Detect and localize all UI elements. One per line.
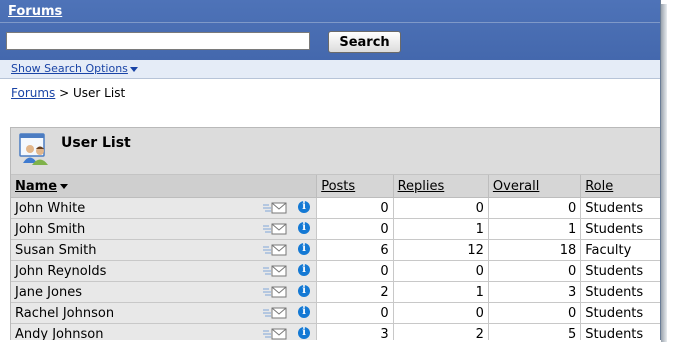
cell-role: Faculty: [580, 239, 660, 261]
send-mail-icon[interactable]: [263, 307, 287, 319]
cell-replies: 1: [393, 281, 489, 303]
cell-replies: 12: [393, 239, 489, 261]
cell-replies: 0: [393, 260, 489, 282]
send-mail-icon[interactable]: [263, 202, 287, 214]
info-icon[interactable]: i: [298, 222, 310, 234]
table-row: John White i 0 0 0 Students: [11, 197, 660, 219]
user-name: John White: [15, 200, 86, 216]
cell-overall: 3: [488, 281, 582, 303]
cell-name: John Reynolds i: [11, 260, 318, 282]
table-row: John Reynolds i 0 0 0 Students: [11, 260, 660, 282]
info-icon[interactable]: i: [298, 306, 310, 318]
cell-role: Students: [580, 260, 660, 282]
header-bar: Forums Search: [0, 0, 660, 60]
cell-name: Jane Jones i: [11, 281, 318, 303]
table-row: Susan Smith i 6 12 18 Faculty: [11, 239, 660, 261]
table-row: Rachel Johnson i 0 0 0 Students: [11, 302, 660, 324]
cell-overall: 0: [488, 302, 582, 324]
cell-overall: 0: [488, 197, 582, 219]
search-button[interactable]: Search: [328, 31, 401, 53]
forums-window: Forums Search Show Search Options Forums…: [0, 0, 661, 340]
cell-overall: 0: [488, 260, 582, 282]
panel-title: User List: [61, 135, 131, 151]
column-header-overall-label[interactable]: Overall: [493, 179, 539, 194]
send-mail-icon[interactable]: [263, 223, 287, 235]
user-table: Name Posts Replies Overall Role John Whi…: [11, 175, 660, 341]
cell-overall: 18: [488, 239, 582, 261]
breadcrumb-separator: >: [59, 86, 70, 100]
table-row: John Smith i 0 1 1 Students: [11, 218, 660, 240]
user-name: John Reynolds: [15, 263, 107, 279]
column-header-replies[interactable]: Replies: [393, 175, 489, 198]
user-name: Jane Jones: [15, 284, 82, 300]
column-header-overall[interactable]: Overall: [488, 175, 582, 198]
send-mail-icon[interactable]: [263, 286, 287, 298]
table-row: Jane Jones i 2 1 3 Students: [11, 281, 660, 303]
cell-role: Students: [580, 323, 660, 340]
sort-descending-icon: [60, 183, 69, 189]
column-header-role-label[interactable]: Role: [585, 179, 613, 194]
cell-role: Students: [580, 281, 660, 303]
table-row: Andy Johnson i 3 2 5 Students: [11, 323, 660, 341]
user-list-icon: [19, 133, 48, 165]
column-header-name[interactable]: Name: [11, 175, 318, 198]
panel-header: User List: [11, 128, 660, 175]
cell-name: John Smith i: [11, 218, 318, 240]
user-name: Susan Smith: [15, 242, 97, 258]
cell-replies: 2: [393, 323, 489, 340]
user-name: Rachel Johnson: [15, 305, 115, 321]
chevron-down-icon[interactable]: [130, 67, 138, 72]
cell-posts: 6: [316, 239, 394, 261]
send-mail-icon[interactable]: [263, 265, 287, 277]
cell-overall: 5: [488, 323, 582, 340]
cell-posts: 0: [316, 218, 394, 240]
column-header-posts[interactable]: Posts: [316, 175, 394, 198]
breadcrumb: Forums > User List: [11, 86, 125, 100]
send-mail-icon[interactable]: [263, 244, 287, 256]
info-icon[interactable]: i: [298, 327, 310, 339]
cell-posts: 2: [316, 281, 394, 303]
column-header-name-label[interactable]: Name: [15, 179, 57, 194]
cell-name: Susan Smith i: [11, 239, 318, 261]
cell-name: Andy Johnson i: [11, 323, 318, 341]
breadcrumb-forums-link[interactable]: Forums: [11, 86, 55, 100]
forums-title-link[interactable]: Forums: [8, 4, 62, 19]
user-name: Andy Johnson: [15, 326, 104, 341]
info-icon[interactable]: i: [298, 285, 310, 297]
info-icon[interactable]: i: [298, 243, 310, 255]
cell-posts: 0: [316, 197, 394, 219]
cell-replies: 0: [393, 302, 489, 324]
column-header-replies-label[interactable]: Replies: [398, 179, 445, 194]
cell-name: John White i: [11, 197, 318, 219]
column-header-role[interactable]: Role: [580, 175, 660, 198]
cell-role: Students: [580, 302, 660, 324]
search-input[interactable]: [6, 32, 310, 50]
cell-posts: 0: [316, 302, 394, 324]
cell-replies: 0: [393, 197, 489, 219]
cell-posts: 0: [316, 260, 394, 282]
cell-overall: 1: [488, 218, 582, 240]
cell-role: Students: [580, 197, 660, 219]
window-shadow: [661, 4, 667, 342]
breadcrumb-current: User List: [73, 86, 126, 100]
info-icon[interactable]: i: [298, 201, 310, 213]
search-options-bar: Show Search Options: [0, 60, 660, 79]
show-search-options-link[interactable]: Show Search Options: [11, 62, 128, 75]
header-divider: [0, 22, 660, 23]
send-mail-icon[interactable]: [263, 328, 287, 340]
table-header-row: Name Posts Replies Overall Role: [11, 175, 660, 198]
column-header-posts-label[interactable]: Posts: [321, 179, 355, 194]
info-icon[interactable]: i: [298, 264, 310, 276]
cell-posts: 3: [316, 323, 394, 340]
cell-replies: 1: [393, 218, 489, 240]
user-list-panel: User List Name Posts Replies Overall Rol…: [10, 127, 660, 341]
user-name: John Smith: [15, 221, 86, 237]
cell-name: Rachel Johnson i: [11, 302, 318, 324]
cell-role: Students: [580, 218, 660, 240]
